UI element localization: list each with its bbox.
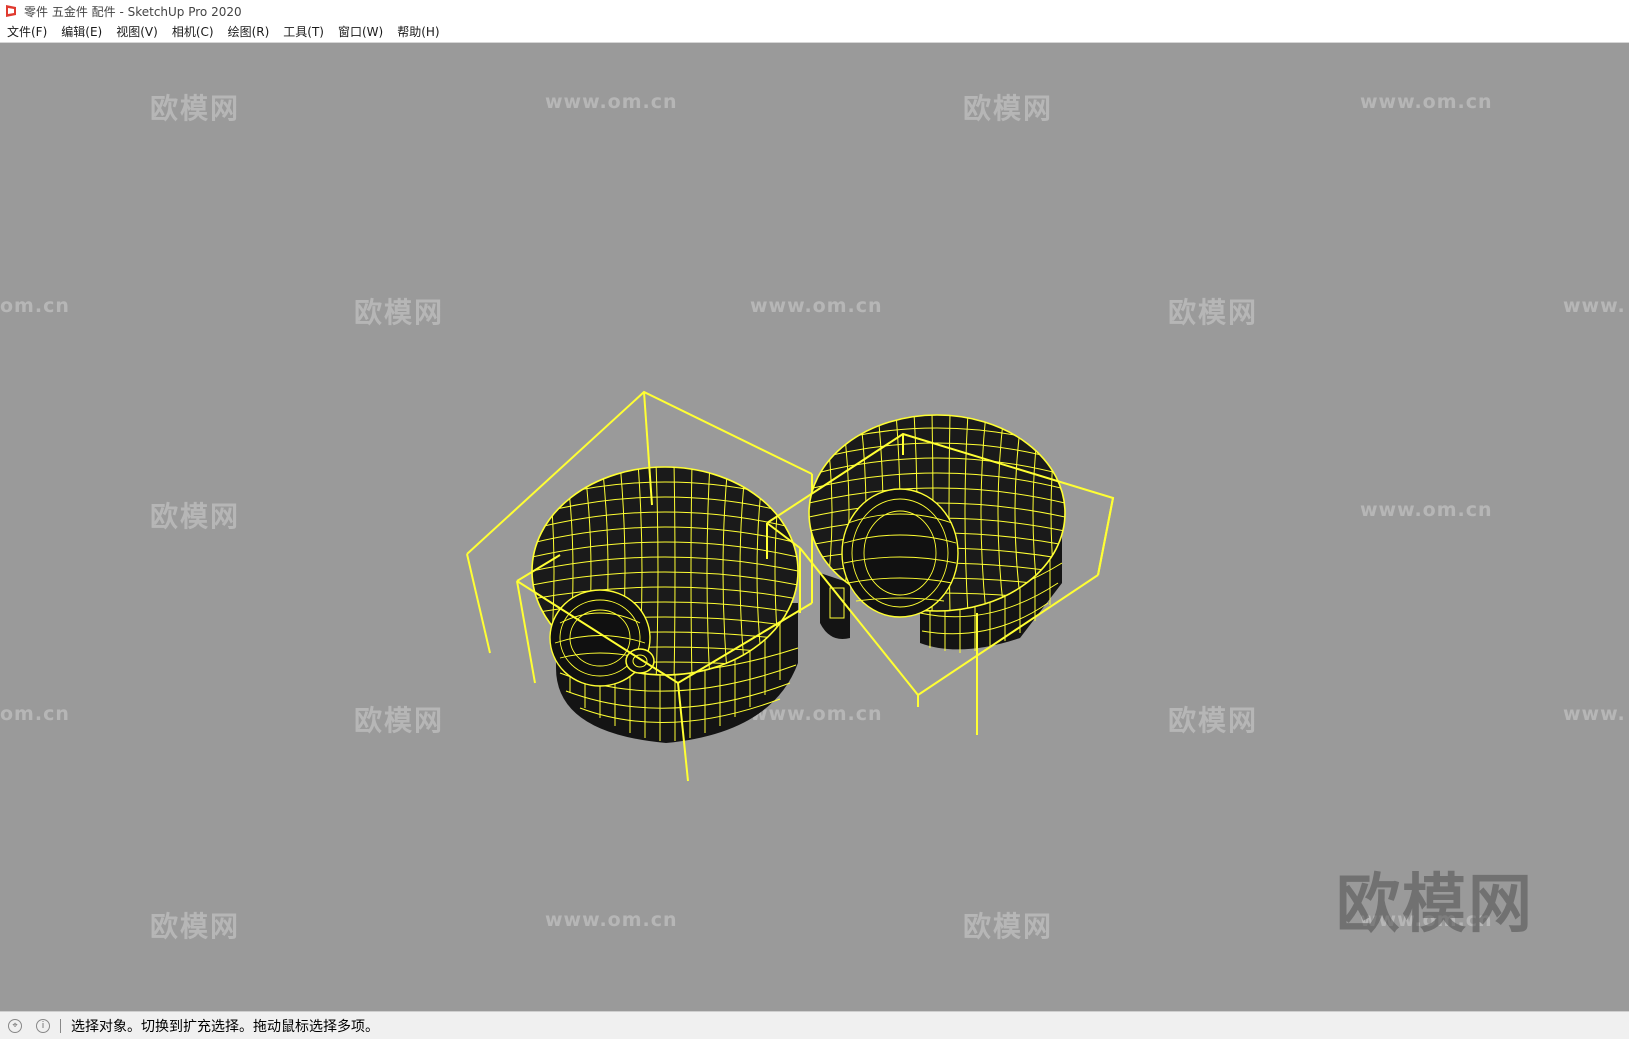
menu-help[interactable]: 帮助(H): [390, 22, 446, 42]
menu-file[interactable]: 文件(F): [0, 22, 54, 42]
menu-bar: 文件(F) 编辑(E) 视图(V) 相机(C) 绘图(R) 工具(T) 窗口(W…: [0, 22, 1629, 43]
info-icon[interactable]: i: [36, 1018, 50, 1033]
menu-draw[interactable]: 绘图(R): [221, 22, 277, 42]
caster-wheel-right[interactable]: [766, 413, 1115, 735]
sketchup-logo-icon: [6, 5, 16, 17]
modeling-viewport[interactable]: 欧模网 www.om.cn 欧模网 www.om.cn om.cn 欧模网 ww…: [0, 43, 1629, 1011]
menu-view[interactable]: 视图(V): [109, 22, 165, 42]
title-bar: 零件 五金件 配件 - SketchUp Pro 2020: [0, 0, 1629, 22]
caster-wheel-left[interactable]: [466, 390, 813, 782]
location-icon[interactable]: ⌖: [8, 1018, 22, 1033]
menu-tools[interactable]: 工具(T): [276, 22, 331, 42]
window-title: 零件 五金件 配件 - SketchUp Pro 2020: [24, 4, 242, 19]
menu-edit[interactable]: 编辑(E): [54, 22, 109, 42]
menu-window[interactable]: 窗口(W): [331, 22, 390, 42]
status-bar: ⌖ i 选择对象。切换到扩充选择。拖动鼠标选择多项。: [0, 1011, 1629, 1039]
status-message: 选择对象。切换到扩充选择。拖动鼠标选择多项。: [71, 1018, 379, 1035]
status-separator: [60, 1018, 61, 1033]
menu-camera[interactable]: 相机(C): [165, 22, 221, 42]
model-canvas: [466, 390, 1115, 782]
